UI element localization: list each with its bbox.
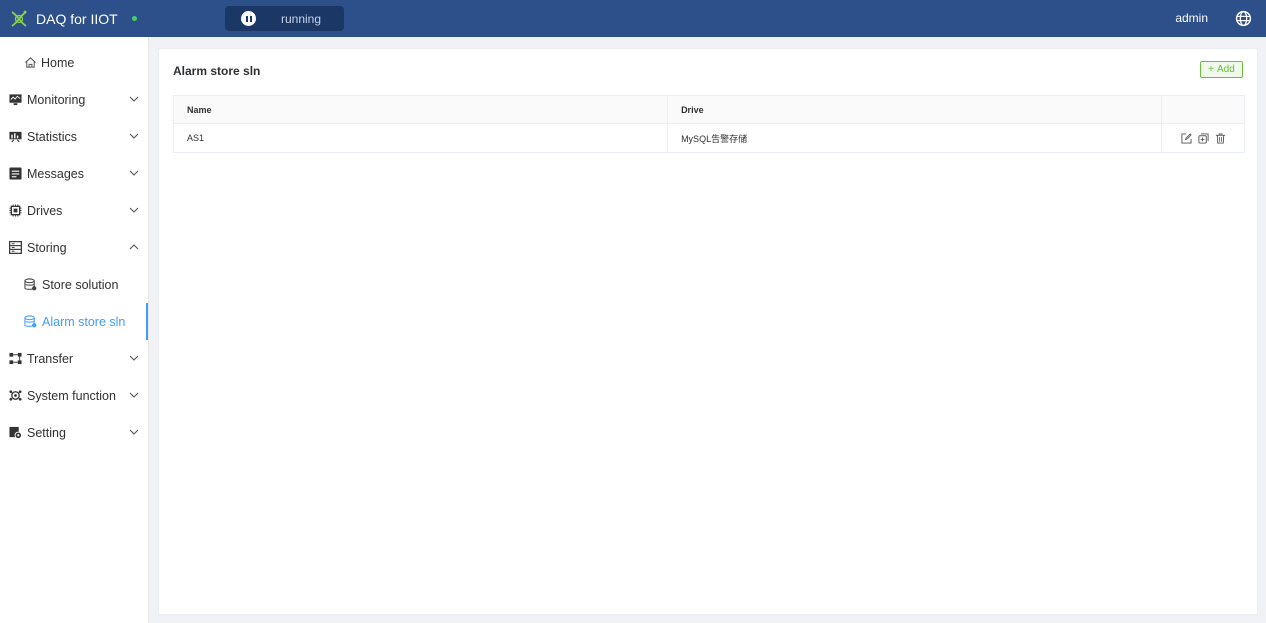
cell-name: AS1 — [174, 124, 669, 152]
database-icon — [24, 278, 37, 291]
sidebar-item-label: Monitoring — [27, 92, 86, 107]
chevron-down-icon — [129, 429, 139, 435]
sidebar-item-drives[interactable]: Drives — [0, 192, 148, 229]
sidebar-item-monitoring[interactable]: Monitoring — [0, 81, 148, 118]
add-button-label: Add — [1217, 64, 1235, 75]
copy-icon[interactable] — [1198, 132, 1209, 144]
sidebar-item-label: Statistics — [27, 129, 78, 144]
pause-icon[interactable] — [241, 11, 256, 26]
user-menu[interactable]: admin — [1175, 11, 1208, 25]
alarm-store-table: Name Drive AS1 MySQL告警存储 — [173, 95, 1245, 153]
sidebar-item-home[interactable]: Home — [0, 44, 148, 81]
column-header-drive[interactable]: Drive — [668, 96, 1163, 123]
sidebar-item-label: Store solution — [42, 277, 119, 292]
sidebar-item-storing[interactable]: Storing — [0, 229, 148, 266]
run-toggle[interactable]: running — [225, 6, 344, 31]
chevron-down-icon — [129, 392, 139, 398]
sidebar-item-label: System function — [27, 388, 116, 403]
chevron-up-icon — [129, 244, 139, 250]
sidebar-item-label: Drives — [27, 203, 63, 218]
main-panel: Alarm store sln + Add Name Drive AS1 MyS… — [158, 48, 1258, 615]
cell-drive: MySQL告警存储 — [668, 124, 1163, 152]
sidebar-item-label: Storing — [27, 240, 67, 255]
sidebar-item-label: Alarm store sln — [42, 314, 126, 329]
app-title: DAQ for IIOT — [36, 10, 118, 27]
top-header: DAQ for IIOT running admin — [0, 0, 1266, 37]
chevron-down-icon — [129, 207, 139, 213]
sidebar-item-transfer[interactable]: Transfer — [0, 340, 148, 377]
sidebar-item-store-solution[interactable]: Store solution — [0, 266, 148, 303]
column-header-actions — [1162, 96, 1244, 123]
storing-icon — [9, 241, 22, 254]
connection-status-dot — [131, 16, 137, 21]
statistics-icon — [9, 131, 22, 143]
language-globe-icon[interactable] — [1235, 10, 1252, 27]
sidebar: Home Monitoring Statistics Messages Driv… — [0, 37, 149, 623]
table-row[interactable]: AS1 MySQL告警存储 — [174, 123, 1244, 152]
system-icon — [9, 390, 22, 401]
home-icon — [25, 57, 36, 68]
plus-icon: + — [1208, 64, 1215, 75]
column-header-name[interactable]: Name — [174, 96, 669, 123]
chevron-down-icon — [129, 170, 139, 176]
table-header: Name Drive — [174, 96, 1244, 123]
chip-icon — [9, 204, 22, 217]
sidebar-item-messages[interactable]: Messages — [0, 155, 148, 192]
sidebar-item-system-function[interactable]: System function — [0, 377, 148, 414]
sidebar-item-label: Setting — [27, 425, 66, 440]
run-state-label: running — [281, 11, 322, 26]
chevron-down-icon — [129, 96, 139, 102]
edit-icon[interactable] — [1181, 132, 1192, 144]
add-button[interactable]: + Add — [1200, 61, 1243, 78]
messages-icon — [9, 167, 22, 180]
setting-icon — [9, 426, 22, 439]
brand[interactable]: DAQ for IIOT — [0, 0, 150, 37]
sidebar-item-label: Transfer — [27, 351, 74, 366]
sidebar-item-label: Home — [41, 55, 75, 70]
sidebar-item-label: Messages — [27, 166, 84, 181]
database-icon — [24, 315, 37, 328]
app-logo-icon — [11, 10, 27, 27]
chevron-down-icon — [129, 355, 139, 361]
sidebar-item-statistics[interactable]: Statistics — [0, 118, 148, 155]
row-actions — [1162, 124, 1244, 152]
monitor-icon — [9, 94, 22, 106]
sidebar-item-alarm-store-sln[interactable]: Alarm store sln — [0, 303, 148, 340]
sidebar-item-setting[interactable]: Setting — [0, 414, 148, 451]
delete-icon[interactable] — [1215, 132, 1226, 144]
transfer-icon — [9, 352, 22, 365]
page-title: Alarm store sln — [173, 64, 261, 78]
chevron-down-icon — [129, 133, 139, 139]
